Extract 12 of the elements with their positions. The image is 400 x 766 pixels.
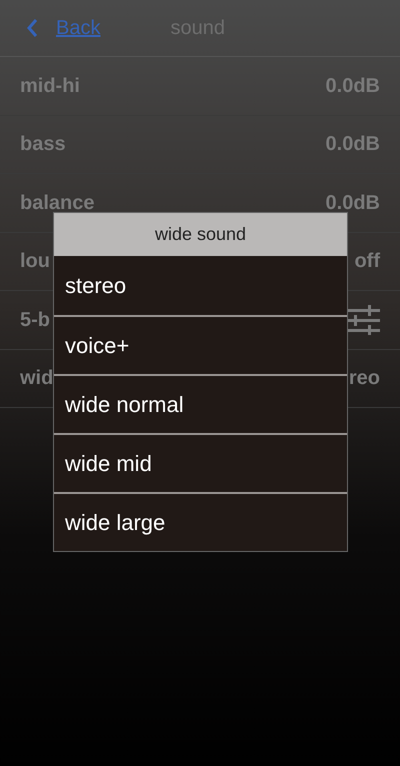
setting-label: 5-b bbox=[20, 308, 50, 333]
setting-label: bass bbox=[20, 132, 66, 158]
setting-label: wid bbox=[20, 366, 54, 392]
setting-value: reo bbox=[348, 366, 380, 392]
dialog-title: wide sound bbox=[54, 213, 347, 256]
setting-label: balance bbox=[20, 190, 94, 216]
setting-label: mid-hi bbox=[20, 74, 80, 99]
setting-value: off bbox=[354, 249, 380, 274]
setting-value: 0.0dB bbox=[326, 74, 380, 99]
setting-label: lou bbox=[20, 249, 50, 274]
setting-value: 0.0dB bbox=[326, 132, 380, 158]
setting-value: 0.0dB bbox=[326, 190, 380, 216]
